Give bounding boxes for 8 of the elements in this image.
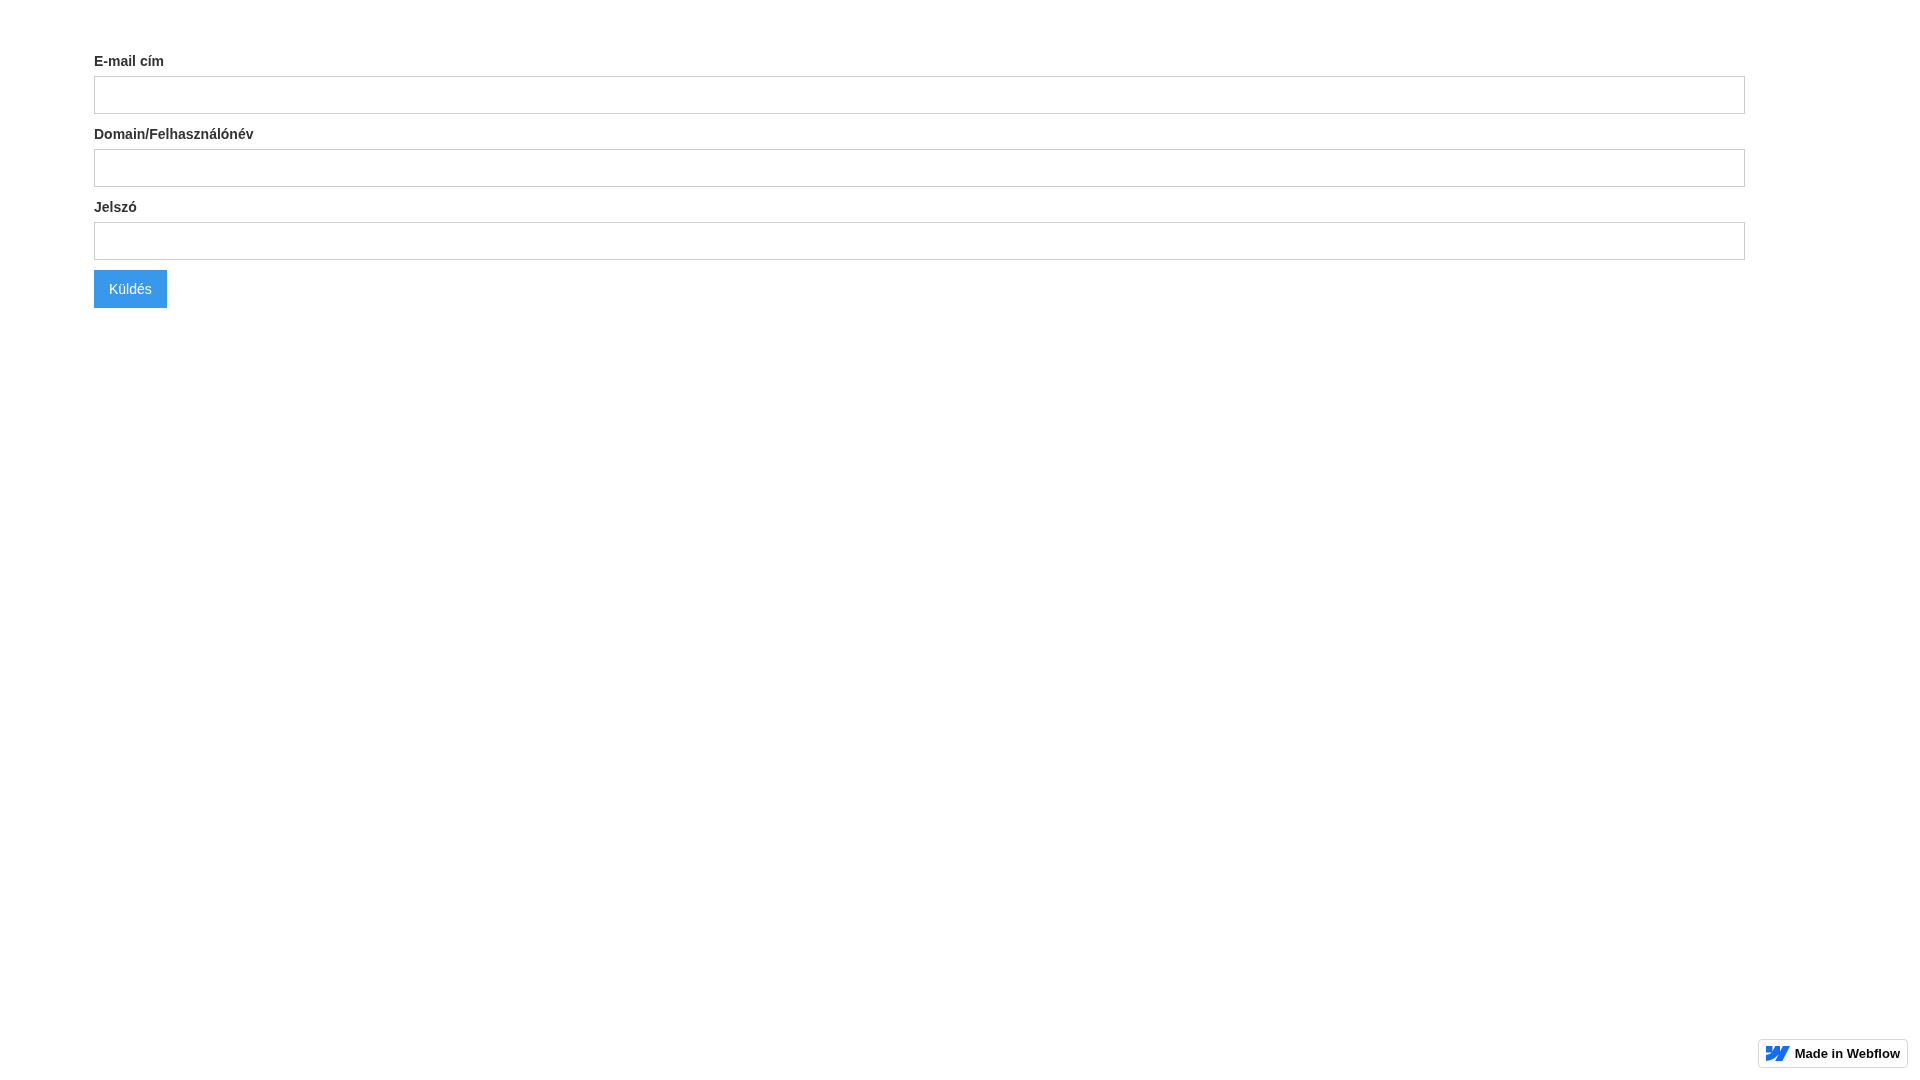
input-field[interactable] — [94, 222, 1745, 260]
field-label: Jelszó — [94, 198, 137, 217]
webflow-badge[interactable]: Made in Webflow — [1757, 1039, 1908, 1068]
input-field[interactable] — [94, 76, 1745, 114]
logo-icon — [1765, 1046, 1790, 1061]
input-field[interactable] — [94, 149, 1745, 187]
field-label: Domain/Felhasználónév — [94, 125, 254, 144]
field-label: E-mail cím — [94, 52, 165, 71]
